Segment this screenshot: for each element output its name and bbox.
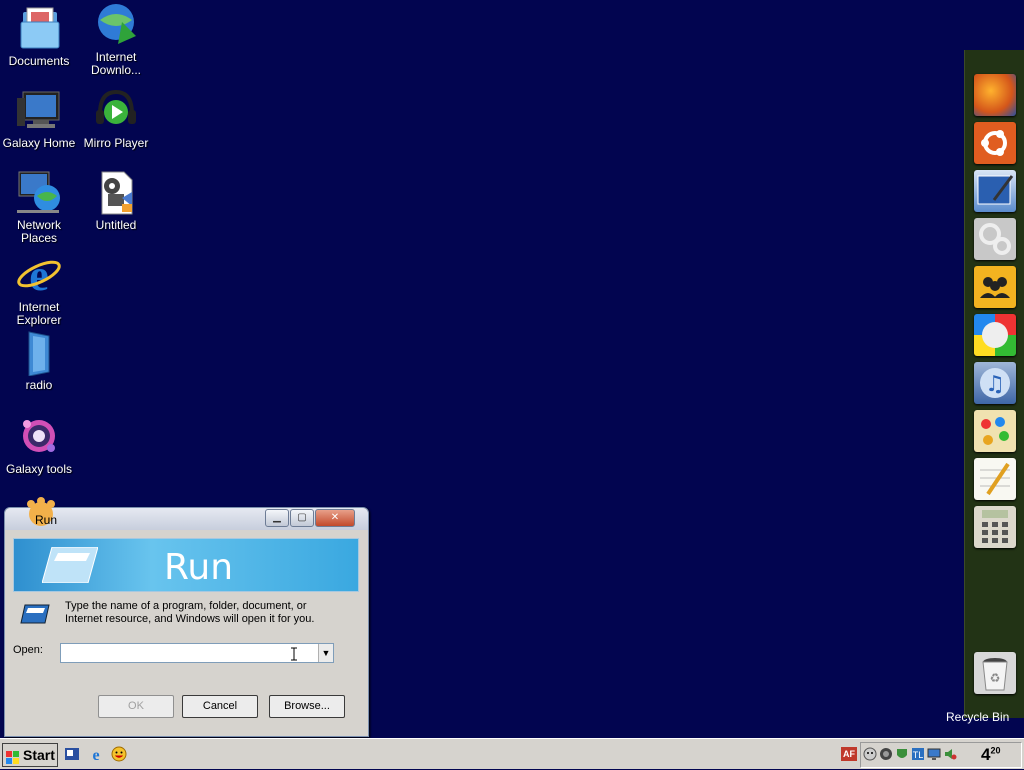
network-places-icon: [15, 170, 63, 216]
messenger-icon[interactable]: [111, 746, 127, 762]
minimize-button[interactable]: ▁: [265, 509, 289, 527]
run-program-icon: [19, 603, 51, 625]
svg-text:e: e: [92, 747, 99, 762]
maximize-icon: ▢: [297, 512, 307, 523]
close-icon: ✕: [330, 512, 340, 523]
firefox-icon[interactable]: [974, 74, 1016, 116]
desktop-icon-label: Galaxy Home: [2, 136, 76, 150]
desktop-icon-documents[interactable]: Documents: [0, 6, 78, 68]
paint-icon[interactable]: [974, 410, 1016, 452]
video-file-icon: [92, 170, 140, 216]
run-dialog-title: Run: [35, 513, 58, 527]
desktop-icon-label: Internet Explorer: [16, 300, 62, 327]
run-dialog-titlebar[interactable]: Run ▁ ▢ ✕: [5, 497, 368, 530]
internet-explorer-icon[interactable]: e: [88, 746, 104, 764]
system-tray: AF TL 420: [841, 742, 1022, 768]
network-icon[interactable]: [879, 747, 893, 761]
yahoo-icon[interactable]: [863, 747, 877, 761]
screen-editor-icon[interactable]: [974, 170, 1016, 212]
browse-button[interactable]: Browse...: [269, 695, 345, 718]
calculator-icon[interactable]: [974, 506, 1016, 548]
color-orb-icon[interactable]: [974, 314, 1016, 356]
shield-icon[interactable]: [895, 747, 909, 761]
cancel-button[interactable]: Cancel: [182, 695, 258, 718]
af-icon[interactable]: AF: [841, 747, 857, 761]
tl-icon[interactable]: TL: [911, 747, 925, 761]
gears-icon[interactable]: [974, 218, 1016, 260]
notepad-icon[interactable]: [974, 458, 1016, 500]
svg-text:♻: ♻: [990, 671, 1001, 685]
run-banner: Run: [13, 538, 359, 592]
open-input[interactable]: [63, 645, 313, 659]
media-player-icon: [92, 88, 140, 134]
desktop-icon-internet-download[interactable]: Internet Downlo...: [77, 2, 155, 77]
show-desktop-icon[interactable]: [64, 746, 80, 762]
computer-icon: [15, 88, 63, 134]
desktop-icon-label: Network Places: [16, 218, 61, 245]
windows-logo-icon: [6, 748, 20, 764]
documents-folder-icon: [15, 6, 63, 52]
run-dialog: Run ▁ ▢ ✕ Run Type the name of a program…: [4, 497, 369, 737]
run-banner-title: Run: [164, 547, 234, 588]
clock-minute: 20: [990, 745, 1001, 756]
taskbar: Start e AF TL 420: [0, 738, 1024, 769]
start-button[interactable]: Start: [2, 743, 58, 767]
run-description: Type the name of a program, folder, docu…: [65, 600, 315, 625]
desktop-icon-galaxy-tools[interactable]: Galaxy tools: [0, 414, 78, 476]
internet-explorer-icon: e: [15, 251, 63, 300]
chevron-down-icon[interactable]: ▼: [318, 644, 333, 662]
ubuntu-icon[interactable]: [974, 122, 1016, 164]
desktop-icon-untitled[interactable]: Untitled: [77, 170, 155, 232]
close-button[interactable]: ✕: [315, 509, 355, 527]
desktop-icon-galaxy-home[interactable]: Galaxy Home: [0, 88, 78, 150]
galaxy-tools-icon: [15, 414, 63, 460]
desktop-icon-radio[interactable]: radio: [0, 330, 78, 392]
desktop-icon-label: Mirro Player: [83, 136, 149, 150]
desktop-icon-label: Untitled: [95, 218, 137, 232]
desktop-icon-network-places[interactable]: Network Places: [0, 170, 78, 245]
clock[interactable]: 420: [981, 745, 1000, 765]
minimize-icon: ▁: [273, 512, 281, 523]
recycle-bin-icon[interactable]: ♻: [974, 652, 1016, 694]
volume-icon[interactable]: [943, 747, 957, 761]
run-banner-graphic: [41, 546, 99, 584]
desktop-icon-label: radio: [25, 378, 53, 392]
open-label: Open:: [13, 644, 43, 656]
internet-download-manager-icon: [92, 2, 140, 48]
desktop-icon-label: Internet Downlo...: [90, 50, 142, 77]
monitor-icon[interactable]: [927, 747, 941, 761]
desktop-icon-label: Galaxy tools: [5, 462, 73, 476]
recycle-bin-label: Recycle Bin: [946, 710, 1010, 724]
svg-text:TL: TL: [913, 750, 924, 760]
radio-icon: [15, 330, 63, 377]
ok-button[interactable]: OK: [98, 695, 174, 718]
desktop-icon-mirro-player[interactable]: Mirro Player: [77, 88, 155, 150]
text-cursor-icon: [290, 647, 298, 661]
desktop-icon-internet-explorer[interactable]: e Internet Explorer: [0, 251, 78, 327]
maximize-button[interactable]: ▢: [290, 509, 314, 527]
itunes-icon[interactable]: ♫: [974, 362, 1016, 404]
start-label: Start: [23, 747, 55, 763]
people-icon[interactable]: [974, 266, 1016, 308]
svg-text:♫: ♫: [985, 372, 1005, 397]
svg-text:e: e: [29, 252, 49, 298]
desktop-icon-label: Documents: [8, 54, 70, 68]
app-dock: ♫ ♻: [964, 50, 1024, 718]
